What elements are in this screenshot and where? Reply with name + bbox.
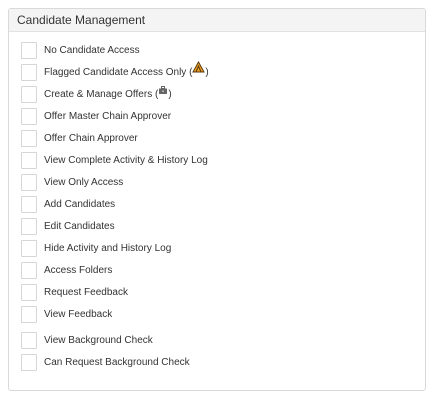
briefcase-icon: [158, 83, 168, 103]
permission-label: View Background Check: [44, 335, 153, 346]
permission-row-view-complete-activity-history-log[interactable]: View Complete Activity & History Log: [21, 151, 421, 173]
permission-row-view-background-check[interactable]: View Background Check: [21, 331, 421, 353]
permission-label: Offer Chain Approver: [44, 133, 138, 144]
permission-label: View Only Access: [44, 177, 124, 188]
permission-row-request-feedback[interactable]: Request Feedback: [21, 283, 421, 305]
checkbox-add-candidates[interactable]: [21, 196, 37, 213]
checkbox-offer-master-chain-approver[interactable]: [21, 108, 37, 125]
checkbox-edit-candidates[interactable]: [21, 218, 37, 235]
permission-label: Can Request Background Check: [44, 357, 190, 368]
checkbox-no-candidate-access[interactable]: [21, 42, 37, 59]
permission-row-no-candidate-access[interactable]: No Candidate Access: [21, 41, 421, 63]
checkbox-view-background-check[interactable]: [21, 332, 37, 349]
permission-row-access-folders[interactable]: Access Folders: [21, 261, 421, 283]
permission-label: Hide Activity and History Log: [44, 243, 172, 254]
permission-row-add-candidates[interactable]: Add Candidates: [21, 195, 421, 217]
checkbox-access-folders[interactable]: [21, 262, 37, 279]
permission-label: View Feedback: [44, 309, 113, 320]
checkbox-request-feedback[interactable]: [21, 284, 37, 301]
permission-row-offer-chain-approver[interactable]: Offer Chain Approver: [21, 129, 421, 151]
permission-label: Offer Master Chain Approver: [44, 111, 172, 122]
checkbox-hide-activity-history-log[interactable]: [21, 240, 37, 257]
permission-label-suffix: ): [205, 67, 209, 78]
checkbox-flagged-candidate-access-only[interactable]: [21, 64, 37, 81]
permission-list: No Candidate Access Flagged Candidate Ac…: [21, 41, 421, 375]
permission-row-view-feedback[interactable]: View Feedback: [21, 305, 421, 327]
permission-row-edit-candidates[interactable]: Edit Candidates: [21, 217, 421, 239]
checkbox-view-only-access[interactable]: [21, 174, 37, 191]
permission-label: Access Folders: [44, 265, 113, 276]
checkbox-create-manage-offers[interactable]: [21, 86, 37, 103]
candidate-management-panel: Candidate Management No Candidate Access…: [8, 8, 426, 391]
checkbox-view-complete-activity-history-log[interactable]: [21, 152, 37, 169]
permission-row-flagged-candidate-access-only[interactable]: Flagged Candidate Access Only (): [21, 61, 421, 85]
permission-row-offer-master-chain-approver[interactable]: Offer Master Chain Approver: [21, 107, 421, 129]
permission-label-text: Flagged Candidate Access Only (: [44, 67, 193, 78]
permission-label: Add Candidates: [44, 199, 116, 210]
permission-label-suffix: ): [168, 89, 172, 100]
permission-label: View Complete Activity & History Log: [44, 155, 208, 166]
permission-label: No Candidate Access: [44, 45, 140, 56]
checkbox-can-request-background-check[interactable]: [21, 354, 37, 371]
permission-row-create-manage-offers[interactable]: Create & Manage Offers (): [21, 85, 421, 107]
permission-label: Request Feedback: [44, 287, 128, 298]
permission-label-text: Create & Manage Offers (: [44, 89, 159, 100]
flag-icon: [192, 61, 206, 81]
permission-label-offers: Create & Manage Offers (): [44, 85, 172, 105]
checkbox-offer-chain-approver[interactable]: [21, 130, 37, 147]
permission-row-view-only-access[interactable]: View Only Access: [21, 173, 421, 195]
permission-label-flagged: Flagged Candidate Access Only (): [44, 61, 209, 83]
permission-row-can-request-background-check[interactable]: Can Request Background Check: [21, 353, 421, 375]
permission-label: Edit Candidates: [44, 221, 115, 232]
permission-row-hide-activity-history-log[interactable]: Hide Activity and History Log: [21, 239, 421, 261]
checkbox-view-feedback[interactable]: [21, 306, 37, 323]
panel-title: Candidate Management: [9, 9, 425, 32]
